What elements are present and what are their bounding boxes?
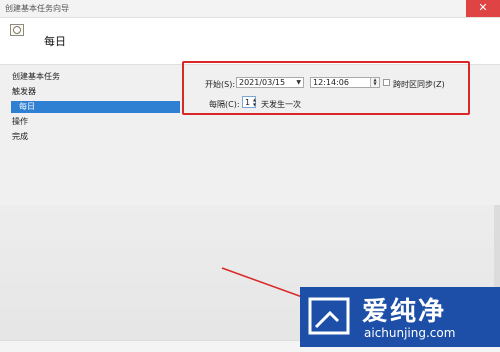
watermark-logo: 爱纯净 aichunjing.com (300, 287, 500, 347)
watermark-url: aichunjing.com (364, 326, 456, 340)
watermark-icon (308, 297, 350, 335)
wizard-window: 创建基本任务向导 ✕ 每日 创建基本任务 触发器 每日 操作 完成 开始(S):… (0, 0, 500, 352)
arrow-line (221, 267, 306, 299)
watermark-text: 爱纯净 (362, 297, 447, 327)
